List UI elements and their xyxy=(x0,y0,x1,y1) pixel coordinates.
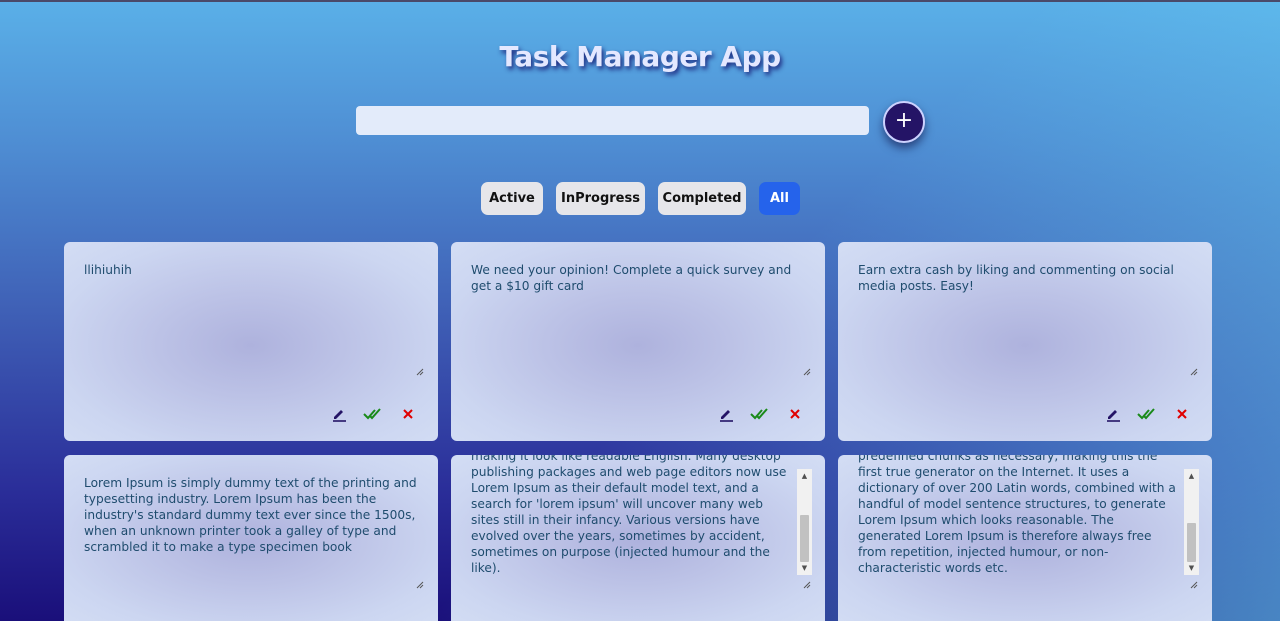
scroll-thumb[interactable] xyxy=(1187,523,1196,562)
scroll-up-icon[interactable]: ▲ xyxy=(797,469,812,483)
task-textarea[interactable]: making it look like readable English. Ma… xyxy=(471,455,793,590)
task-card: We need your opinion! Complete a quick s… xyxy=(451,242,825,441)
task-text[interactable]: predefined chunks as necessary, making t… xyxy=(858,455,1180,576)
filter-all-button[interactable]: All xyxy=(759,182,800,215)
task-card: Earn extra cash by liking and commenting… xyxy=(838,242,1212,441)
double-check-icon[interactable] xyxy=(749,403,771,425)
task-card: making it look like readable English. Ma… xyxy=(451,455,825,621)
double-check-icon[interactable] xyxy=(362,403,384,425)
scroll-down-icon[interactable]: ▼ xyxy=(797,561,812,575)
resize-handle-icon[interactable] xyxy=(1190,368,1198,376)
scroll-down-icon[interactable]: ▼ xyxy=(1184,561,1199,575)
filter-inprogress-button[interactable]: InProgress xyxy=(556,182,645,215)
pencil-icon[interactable] xyxy=(715,403,737,425)
task-text[interactable]: llihiuhih xyxy=(84,262,420,278)
filter-completed-button[interactable]: Completed xyxy=(658,182,746,215)
resize-handle-icon[interactable] xyxy=(416,581,424,589)
task-text[interactable]: Earn extra cash by liking and commenting… xyxy=(858,262,1194,294)
resize-handle-icon[interactable] xyxy=(416,368,424,376)
resize-handle-icon[interactable] xyxy=(1190,581,1198,589)
task-text[interactable]: We need your opinion! Complete a quick s… xyxy=(471,262,807,294)
close-icon[interactable] xyxy=(397,403,419,425)
window-top-border xyxy=(0,0,1280,2)
task-text[interactable]: making it look like readable English. Ma… xyxy=(471,455,793,576)
add-task-button[interactable]: + xyxy=(883,101,925,143)
plus-icon: + xyxy=(894,108,914,133)
task-card: predefined chunks as necessary, making t… xyxy=(838,455,1212,621)
double-check-icon[interactable] xyxy=(1136,403,1158,425)
scroll-up-icon[interactable]: ▲ xyxy=(1184,469,1199,483)
resize-handle-icon[interactable] xyxy=(803,368,811,376)
page-title: Task Manager App xyxy=(499,40,781,73)
scroll-thumb[interactable] xyxy=(800,515,809,562)
pencil-icon[interactable] xyxy=(328,403,350,425)
task-textarea[interactable]: predefined chunks as necessary, making t… xyxy=(858,455,1180,590)
task-input[interactable] xyxy=(356,106,869,135)
task-scrollbar[interactable]: ▲ ▼ xyxy=(797,469,812,575)
pencil-icon[interactable] xyxy=(1102,403,1124,425)
task-card: Lorem Ipsum is simply dummy text of the … xyxy=(64,455,438,621)
close-icon[interactable] xyxy=(1171,403,1193,425)
resize-handle-icon[interactable] xyxy=(803,581,811,589)
task-card: llihiuhih xyxy=(64,242,438,441)
close-icon[interactable] xyxy=(784,403,806,425)
task-text[interactable]: Lorem Ipsum is simply dummy text of the … xyxy=(84,475,420,555)
filter-active-button[interactable]: Active xyxy=(481,182,543,215)
task-scrollbar[interactable]: ▲ ▼ xyxy=(1184,469,1199,575)
